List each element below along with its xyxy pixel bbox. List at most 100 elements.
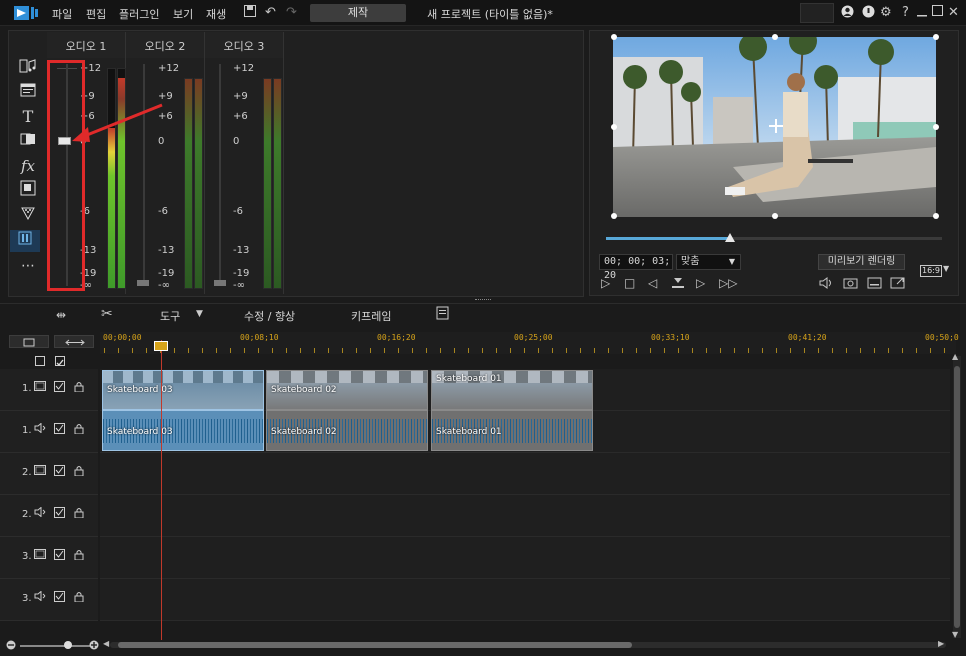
menu-edit[interactable]: 편집 [86, 6, 106, 22]
track-manager-button[interactable] [9, 335, 49, 348]
snapshot-icon[interactable] [843, 276, 858, 292]
horizontal-scrollbar-thumb[interactable] [118, 642, 632, 648]
scroll-down-icon[interactable]: ▼ [952, 630, 958, 639]
stop-icon[interactable]: □ [624, 276, 635, 290]
audio-clip[interactable]: Skateboard 01 [431, 410, 593, 451]
volume-fader-knob[interactable] [137, 280, 149, 286]
lock-icon[interactable] [74, 465, 84, 479]
menu-plugins[interactable]: 플러그인 [119, 6, 159, 22]
fit-timeline-icon[interactable]: ⇹ [56, 308, 66, 322]
pip-icon[interactable] [16, 180, 40, 202]
produce-button[interactable]: 제작 [310, 4, 406, 22]
audio-clip[interactable]: Skateboard 03 [102, 410, 264, 451]
track-enable-checkbox[interactable] [54, 465, 65, 479]
volume-fader-knob[interactable] [214, 280, 226, 286]
fast-forward-icon[interactable]: ▷▷ [719, 276, 737, 290]
track-lane-audio-3[interactable] [100, 579, 950, 621]
resize-handle[interactable] [611, 34, 617, 40]
lock-icon[interactable] [74, 591, 84, 605]
media-room-icon[interactable] [16, 58, 40, 80]
menu-playback[interactable]: 재생 [206, 6, 226, 22]
scale-label: 0 [233, 136, 240, 147]
render-preview-button[interactable]: 미리보기 렌더링 [818, 254, 905, 270]
undo-icon[interactable]: ↶ [265, 5, 276, 21]
close-icon[interactable]: ✕ [948, 5, 959, 21]
resize-handle[interactable] [772, 34, 778, 40]
scissors-icon[interactable]: ✂ [101, 306, 113, 322]
zoom-slider-track[interactable] [20, 645, 90, 647]
fix-enhance-button[interactable]: 수정 / 향상 [244, 308, 295, 324]
timecode-display[interactable]: 00; 00; 03; 20 [599, 254, 673, 281]
preview-video-frame[interactable] [613, 37, 936, 217]
aspect-ratio-selector[interactable]: 16:9 ▼ [920, 264, 954, 279]
audio-clip[interactable]: Skateboard 02 [266, 410, 428, 451]
split-icon[interactable] [671, 276, 685, 293]
menu-view[interactable]: 보기 [173, 6, 193, 22]
zoom-slider-thumb[interactable] [64, 641, 72, 649]
account-icon[interactable] [841, 5, 854, 23]
zoom-in-icon[interactable] [89, 640, 99, 650]
track-number: 1. [22, 383, 32, 394]
playhead-line[interactable] [161, 340, 162, 640]
maximize-icon[interactable] [932, 5, 943, 21]
text-icon[interactable]: T [16, 106, 40, 128]
scroll-right-icon[interactable]: ▶ [938, 639, 944, 648]
scroll-up-icon[interactable]: ▲ [952, 352, 958, 361]
help-icon[interactable]: ? [902, 5, 909, 21]
scroll-left-icon[interactable]: ◀ [103, 639, 109, 648]
settings-icon[interactable]: ⚙ [880, 5, 892, 21]
title-room-icon[interactable] [16, 82, 40, 104]
all-tracks-checkbox-checked[interactable] [55, 356, 65, 367]
resize-handle[interactable] [933, 213, 939, 219]
vertical-scrollbar-thumb[interactable] [954, 366, 960, 628]
video-clip[interactable]: Skateboard 01 [431, 370, 593, 410]
lock-icon[interactable] [74, 507, 84, 521]
track-lane-video-3[interactable] [100, 537, 950, 579]
play-icon[interactable]: ▷ [601, 276, 610, 290]
resize-handle[interactable] [933, 124, 939, 130]
subtitle-icon[interactable] [867, 276, 882, 292]
subtitle-edit-icon[interactable] [436, 306, 450, 324]
track-enable-checkbox[interactable] [54, 549, 65, 563]
fx-icon[interactable]: fx [16, 155, 40, 177]
playhead-marker[interactable] [154, 341, 168, 351]
video-clip[interactable]: Skateboard 02 [266, 370, 428, 410]
resize-handle[interactable] [933, 34, 939, 40]
particle-icon[interactable] [16, 205, 40, 227]
menu-file[interactable]: 파일 [52, 6, 72, 22]
lock-icon[interactable] [74, 423, 84, 437]
track-enable-checkbox[interactable] [54, 381, 65, 395]
zoom-out-icon[interactable] [6, 640, 16, 650]
undock-icon[interactable] [890, 276, 905, 292]
more-icon[interactable]: ⋯ [16, 255, 40, 277]
fit-dropdown[interactable]: 맞춤 ▼ [676, 254, 741, 270]
track-enable-checkbox[interactable] [54, 507, 65, 521]
track-enable-checkbox[interactable] [54, 423, 65, 437]
notification-icon[interactable] [862, 5, 875, 23]
lock-icon[interactable] [74, 549, 84, 563]
track-lane-audio-2[interactable] [100, 495, 950, 537]
fit-project-button[interactable] [54, 335, 94, 348]
scrubber-thumb-icon[interactable] [725, 233, 735, 243]
lock-icon[interactable] [74, 381, 84, 395]
panel-splitter-grip[interactable] [475, 299, 491, 301]
track-lane-video-2[interactable] [100, 453, 950, 495]
next-frame-icon[interactable]: ▷ [696, 276, 705, 290]
keyframe-button[interactable]: 키프레임 [351, 308, 391, 324]
video-clip[interactable]: Skateboard 03 [102, 370, 264, 410]
ruler-tick [566, 348, 567, 353]
resize-handle[interactable] [611, 213, 617, 219]
tools-menu[interactable]: 도구 [160, 308, 180, 324]
previous-frame-icon[interactable]: ◁ [648, 276, 657, 290]
account-area[interactable] [800, 3, 834, 23]
all-tracks-checkbox-empty[interactable] [35, 356, 45, 366]
resize-handle[interactable] [772, 213, 778, 219]
volume-icon[interactable] [819, 276, 833, 293]
save-icon[interactable] [244, 5, 256, 22]
minimize-icon[interactable] [917, 5, 927, 22]
redo-icon[interactable]: ↷ [286, 5, 297, 21]
resize-handle[interactable] [611, 124, 617, 130]
transition-icon[interactable] [16, 131, 40, 153]
audio-mixing-icon[interactable] [10, 230, 40, 252]
track-enable-checkbox[interactable] [54, 591, 65, 605]
